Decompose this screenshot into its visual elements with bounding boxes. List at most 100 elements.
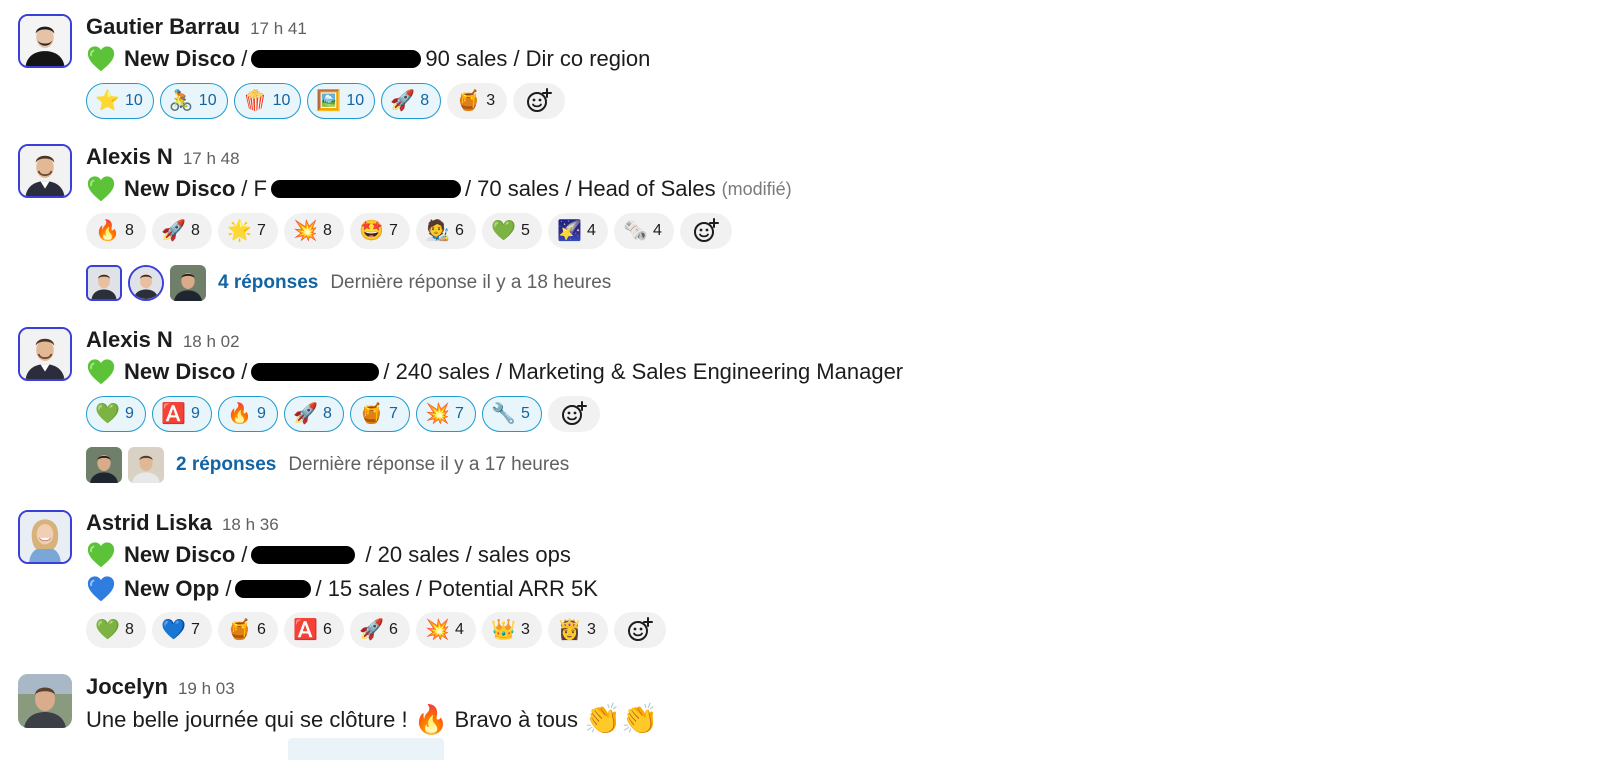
reply-avatar [86,447,122,483]
add-reaction-button[interactable] [548,396,600,432]
reaction-pill[interactable]: 🔥 8 [86,213,146,249]
message-separator: / F [241,176,267,201]
reaction-pill[interactable]: 🚀 6 [350,612,410,648]
attachment-preview[interactable] [288,738,444,760]
reaction-count: 7 [257,222,266,239]
reaction-count: 5 [521,222,530,239]
reaction-pill[interactable]: 💥 4 [416,612,476,648]
timestamp[interactable]: 19 h 03 [178,679,235,699]
add-reaction-button[interactable] [513,83,566,119]
reaction-count: 8 [420,92,430,109]
thread-replies-link[interactable]: 4 réponses [218,272,318,294]
reaction-pill[interactable]: 🔥 9 [218,396,278,432]
reaction-pill[interactable]: 🍯 6 [218,612,278,648]
reaction-pill[interactable]: 💚 9 [86,396,146,432]
thread-last-reply: Dernière réponse il y a 18 heures [330,272,612,293]
reaction-count: 7 [455,405,464,422]
timestamp[interactable]: 17 h 48 [183,149,240,169]
reaction-pill[interactable]: 🗞️ 4 [614,213,674,249]
reaction-count: 4 [587,222,596,239]
custom-person-emoji-icon: 🧑‍🎨 [425,220,450,242]
add-reaction-button[interactable] [680,213,732,249]
reaction-pill[interactable]: 🌟 7 [218,213,278,249]
author-name[interactable]: Gautier Barrau [86,14,240,40]
smiley-plus-icon [525,87,553,115]
reaction-pill[interactable]: 🔧 5 [482,396,542,432]
reaction-pill[interactable]: 🌠 4 [548,213,608,249]
message-text: New Disco / 90 sales / Dir co region [86,44,650,74]
newspaper-emoji-icon: 🗞️ [623,220,648,242]
message-text: Une belle journée qui se clôture ! 🔥 Bra… [86,702,659,737]
avatar[interactable] [18,327,72,381]
reaction-pill[interactable]: 🚀 8 [152,213,212,249]
reaction-pill[interactable]: 💚 8 [86,612,146,648]
rocket-emoji-icon: 🚀 [293,403,318,425]
reply-avatar [86,265,122,301]
reaction-count: 3 [521,621,530,638]
timestamp[interactable]: 17 h 41 [250,19,307,39]
reaction-count: 7 [389,405,398,422]
reaction-pill[interactable]: 👑 3 [482,612,542,648]
message-lead: New Disco [124,359,236,384]
message-rest: / 20 sales / sales ops [365,542,571,567]
star-emoji-icon: ⭐ [95,90,120,112]
reactions-bar: 💚 8 💙 7 🍯 6 🅰️ 6 🚀 6 💥 4 👑 3 👸 3 [86,612,666,648]
reaction-pill[interactable]: 🤩 7 [350,213,410,249]
message-separator: / [241,542,248,567]
message-text: New Disco / / 20 sales / sales ops [86,540,571,570]
reaction-pill[interactable]: 🖼️ 10 [307,83,376,119]
green-heart-emoji-icon: 💚 [95,619,120,641]
blue-heart-icon [86,574,116,604]
avatar[interactable] [18,144,72,198]
reaction-count: 3 [587,621,596,638]
avatar[interactable] [18,674,72,728]
rocket-emoji-icon: 🚀 [390,90,416,112]
reaction-pill[interactable]: ⭐ 10 [86,83,154,119]
avatar[interactable] [18,510,72,564]
thread-last-reply: Dernière réponse il y a 17 heures [288,454,570,475]
reaction-count: 6 [455,222,464,239]
reaction-pill[interactable]: 🍯 7 [350,396,410,432]
message-rest: / 15 sales / Potential ARR 5K [315,576,598,601]
author-name[interactable]: Astrid Liska [86,510,212,536]
timestamp[interactable]: 18 h 02 [183,332,240,352]
honey-pot-emoji-icon: 🍯 [227,619,252,641]
author-name[interactable]: Alexis N [86,327,173,353]
reaction-pill[interactable]: 🅰️ 9 [152,396,212,432]
fire-emoji-icon: 🔥 [413,704,449,735]
reaction-pill[interactable]: 🧑‍🎨 6 [416,213,476,249]
reactions-bar: 💚 9 🅰️ 9 🔥 9 🚀 8 🍯 7 💥 7 🔧 5 [86,396,600,432]
green-heart-emoji-icon: 💚 [95,403,120,425]
reaction-pill[interactable]: 🍯 3 [447,83,508,119]
star-struck-emoji-icon: 🤩 [359,220,384,242]
reaction-count: 10 [125,92,143,109]
reaction-pill[interactable]: 💙 7 [152,612,212,648]
message-text-end: Bravo à tous [454,706,579,732]
reaction-pill[interactable]: 🅰️ 6 [284,612,344,648]
reaction-pill[interactable]: 🚀 8 [381,83,442,119]
add-reaction-button[interactable] [614,612,666,648]
blue-heart-emoji-icon: 💙 [161,619,186,641]
reaction-pill[interactable]: 🚴 10 [159,83,228,119]
popcorn-emoji-icon: 🍿 [242,90,268,112]
reaction-pill[interactable]: 🍿 10 [233,83,302,119]
reaction-pill[interactable]: 💥 8 [284,213,344,249]
reaction-pill[interactable]: 💚 5 [482,213,542,249]
reaction-pill[interactable]: 🚀 8 [284,396,344,432]
timestamp[interactable]: 18 h 36 [222,515,279,535]
message-lead: New Opp [124,576,220,601]
thread-summary[interactable]: 4 réponses Dernière réponse il y a 18 he… [86,265,611,301]
reply-avatar [170,265,206,301]
rocket-emoji-icon: 🚀 [161,220,186,242]
reaction-pill[interactable]: 💥 7 [416,396,476,432]
avatar[interactable] [18,14,72,68]
message-separator: / [241,359,248,384]
thread-summary[interactable]: 2 réponses Dernière réponse il y a 17 he… [86,447,569,483]
author-name[interactable]: Alexis N [86,144,173,170]
reaction-count: 9 [257,405,266,422]
thread-replies-link[interactable]: 2 réponses [176,454,276,476]
author-name[interactable]: Jocelyn [86,674,168,700]
message-text-start: Une belle journée qui se clôture ! [86,706,408,732]
reactions-bar: ⭐ 10 🚴 10 🍿 10 🖼️ 10 🚀 8 🍯 3 [86,83,566,119]
reaction-pill[interactable]: 👸 3 [548,612,608,648]
